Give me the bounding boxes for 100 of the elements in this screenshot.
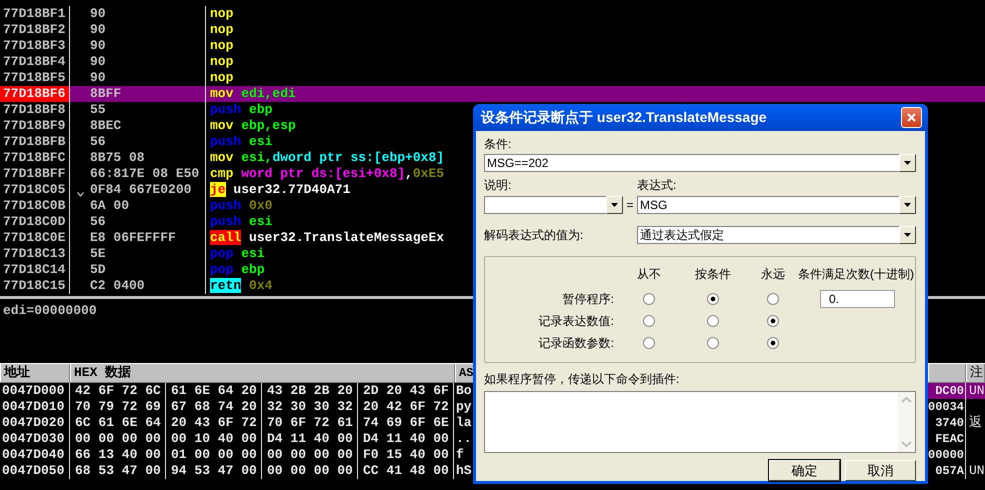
instruction-text: nop xyxy=(209,70,234,86)
instruction-text: call user32.TranslateMessageEx xyxy=(209,230,444,246)
hex-cell: 0F84 667E0200 xyxy=(90,182,192,198)
ascii-cell-text: Bo xyxy=(455,383,472,399)
address-cell: 77D18C05 xyxy=(0,182,70,198)
instruction-text: cmp word ptr ds:[esi+0x8],0xE5 xyxy=(209,166,444,182)
instruction-text: pop esi xyxy=(209,246,265,262)
field-label: 解码表达式的值为: xyxy=(484,227,584,243)
dropdown-button[interactable] xyxy=(899,154,916,172)
explanation-field[interactable] xyxy=(484,196,606,214)
hex-cell: 5D xyxy=(90,262,106,278)
hex-bytes-cell: 2D 20 43 6F xyxy=(358,383,454,399)
hex-cell: 66:817E 08 E50 xyxy=(90,166,200,182)
address-cell: 0047D000 xyxy=(0,383,70,399)
hex-bytes-cell: 66 13 40 00 xyxy=(70,447,166,463)
ok-button[interactable]: 确定 xyxy=(769,460,840,481)
column-header[interactable]: HEX 数据 xyxy=(70,364,455,382)
caret-icon xyxy=(611,203,618,207)
column-header: 从不 xyxy=(636,266,662,282)
radio-button[interactable] xyxy=(643,337,655,349)
option-label: 记录表达数值: xyxy=(538,313,615,330)
hex-bytes-cell: 00 10 40 00 xyxy=(166,431,262,447)
address-cell: 77D18C15 xyxy=(0,278,70,294)
instruction-text: push esi xyxy=(209,134,272,150)
hex-bytes-cell: CC 41 48 00 xyxy=(358,463,454,479)
hex-bytes-cell: 32 30 30 32 xyxy=(262,399,358,415)
hex-bytes-cell: 61 6E 64 20 xyxy=(166,383,262,399)
selected-row-highlight[interactable]: DC00 UN xyxy=(928,383,985,399)
address-cell: 0047D020 xyxy=(0,415,70,431)
equals-sign: = xyxy=(625,197,634,214)
address-cell: 77D18C0E xyxy=(0,230,70,246)
cancel-button[interactable]: 取消 xyxy=(845,460,916,481)
hex-cell: 90 xyxy=(90,6,106,22)
column-header: 按条件 xyxy=(694,266,732,282)
instruction-text: nop xyxy=(209,22,234,38)
hex-cell: 90 xyxy=(90,54,106,70)
hex-cell: 90 xyxy=(90,38,106,54)
radio-button[interactable] xyxy=(643,293,655,305)
ascii-cell-text: la xyxy=(455,415,472,431)
ascii-cell-text: .. xyxy=(455,431,472,447)
instruction-text: push 0x0 xyxy=(209,198,272,214)
address-cell: 77D18BF1 xyxy=(0,6,70,22)
hex-bytes-cell: 42 6F 72 6C xyxy=(70,383,166,399)
radio-button[interactable] xyxy=(707,293,719,305)
column-header[interactable]: 地址 xyxy=(0,364,70,382)
dropdown-button[interactable] xyxy=(899,226,916,244)
instruction-text: retn 0x4 xyxy=(209,278,272,294)
address-cell: 77D18C0B xyxy=(0,198,70,214)
address-cell: 0047D010 xyxy=(0,399,70,415)
instruction-text: mov esi,dword ptr ss:[ebp+0x8] xyxy=(209,150,444,166)
address-cell: 77D18C0D xyxy=(0,214,70,230)
ascii-cell-text: hS xyxy=(455,463,472,479)
close-button[interactable] xyxy=(901,107,922,128)
close-icon xyxy=(907,113,916,122)
radio-button[interactable] xyxy=(767,293,779,305)
hex-bytes-cell: 6C 61 6E 64 xyxy=(70,415,166,431)
window-title: 设条件记录断点于 user32.TranslateMessage xyxy=(481,108,768,127)
field-label: 说明: xyxy=(484,177,512,193)
hex-cell: 8B75 08 xyxy=(90,150,145,166)
decode-field[interactable]: 通过表达式假定 xyxy=(637,226,899,244)
radio-button[interactable] xyxy=(767,337,779,349)
hex-bytes-cell: 00 00 00 00 xyxy=(262,463,358,479)
address-cell: 77D18BFB xyxy=(0,134,70,150)
comment-cell-text: 返 xyxy=(968,415,982,431)
hex-cell: 6A 00 xyxy=(90,198,130,214)
condition-field[interactable]: MSG==202 xyxy=(484,154,899,172)
address-cell: 77D18BF9 xyxy=(0,118,70,134)
address-cell: 77D18BFC xyxy=(0,150,70,166)
hex-cell: 8BFF xyxy=(90,86,122,102)
hex-bytes-cell: D4 11 40 00 xyxy=(358,431,454,447)
hex-bytes-cell: 70 6F 72 61 xyxy=(262,415,358,431)
hex-bytes-cell: 70 79 72 69 xyxy=(70,399,166,415)
hex-bytes-cell: 43 2B 2B 20 xyxy=(262,383,358,399)
address-cell: 77D18BF2 xyxy=(0,22,70,38)
hex-bytes-cell: 67 68 74 20 xyxy=(166,399,262,415)
address-cell: 0047D050 xyxy=(0,463,70,479)
count-field[interactable]: 0. xyxy=(820,290,895,308)
address-cell: 77D18C13 xyxy=(0,246,70,262)
field-label: 表达式: xyxy=(637,177,676,193)
hex-cell: 55 xyxy=(90,102,106,118)
instruction-text: nop xyxy=(209,54,234,70)
radio-button[interactable] xyxy=(707,337,719,349)
expression-field[interactable]: MSG xyxy=(637,196,899,214)
dropdown-button[interactable] xyxy=(606,196,623,214)
instruction-text: mov ebp,esp xyxy=(209,118,296,134)
radio-button[interactable] xyxy=(643,315,655,327)
caret-icon xyxy=(904,233,911,237)
comment-cell-text: UN xyxy=(968,383,985,399)
address-cell: 77D18BF3 xyxy=(0,38,70,54)
radio-button[interactable] xyxy=(707,315,719,327)
hex-bytes-cell: 00 00 00 00 xyxy=(70,431,166,447)
hex-bytes-cell: 20 42 6F 72 xyxy=(358,399,454,415)
hex-cell: 5E xyxy=(90,246,106,262)
selected-row-highlight[interactable]: 77D18BF6 8BFF mov edi,edi xyxy=(0,86,985,102)
caret-icon xyxy=(904,203,911,207)
radio-button[interactable] xyxy=(767,315,779,327)
address-cell: 77D18C14 xyxy=(0,262,70,278)
hex-bytes-cell: D4 11 40 00 xyxy=(262,431,358,447)
dropdown-button[interactable] xyxy=(899,196,916,214)
comment-cell-text: UN xyxy=(968,463,985,479)
